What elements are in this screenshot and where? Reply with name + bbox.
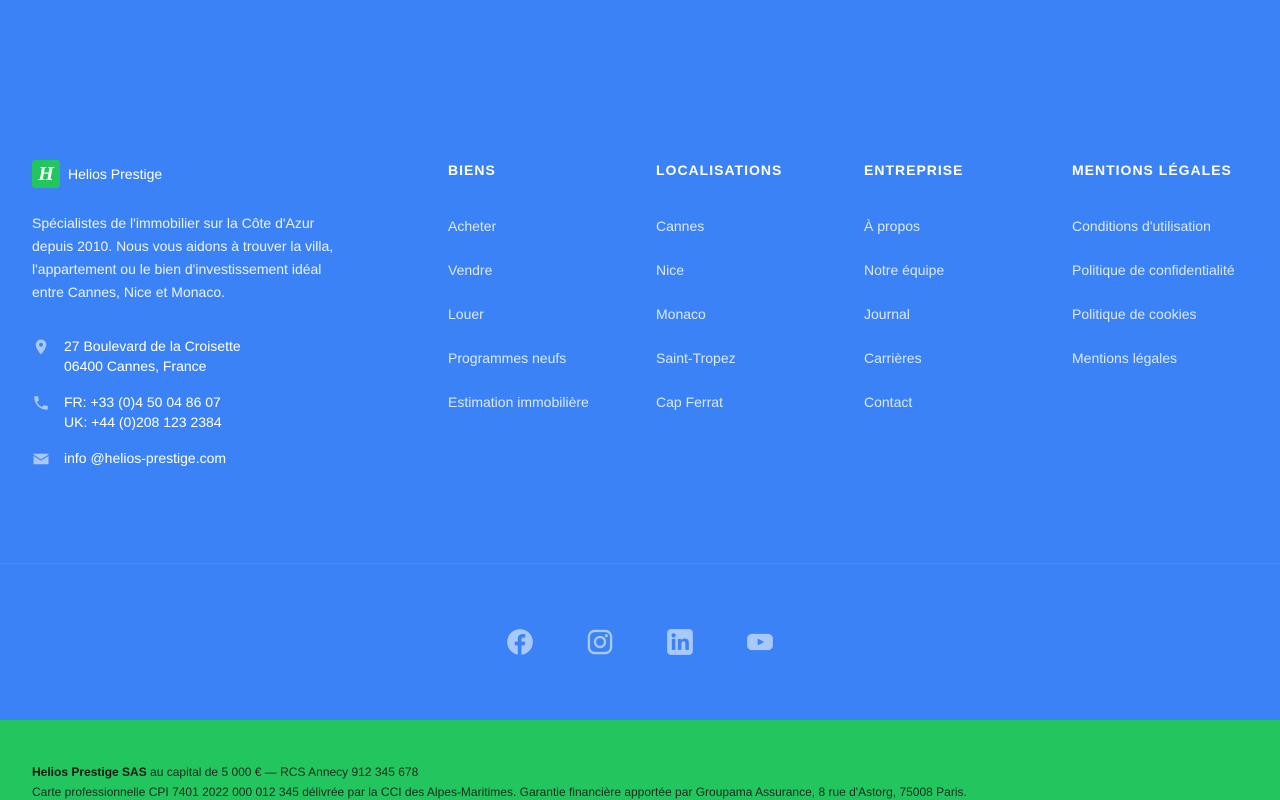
linkedin-icon[interactable] (666, 628, 694, 656)
youtube-icon[interactable] (746, 628, 774, 656)
link-a-propos[interactable]: À propos (864, 216, 963, 260)
legal-company-name: Helios Prestige SAS (32, 765, 147, 779)
location-pin-icon (32, 338, 50, 356)
contact-email: info @helios-prestige.com (32, 448, 352, 468)
link-mentions-legales[interactable]: Mentions légales (1072, 348, 1235, 392)
column-localisations: LOCALISATIONS Cannes Nice Monaco Saint-T… (656, 162, 782, 436)
link-louer[interactable]: Louer (448, 304, 589, 348)
phone-uk[interactable]: UK: +44 (0)208 123 2384 (64, 412, 222, 432)
phone-fr[interactable]: FR: +33 (0)4 50 04 86 07 (64, 392, 222, 412)
logo[interactable]: H Helios Prestige (32, 160, 352, 188)
link-carrieres[interactable]: Carrières (864, 348, 963, 392)
contact-phone: FR: +33 (0)4 50 04 86 07 UK: +44 (0)208 … (32, 392, 352, 432)
contact-address: 27 Boulevard de la Croisette 06400 Canne… (32, 336, 352, 376)
link-cannes[interactable]: Cannes (656, 216, 782, 260)
link-journal[interactable]: Journal (864, 304, 963, 348)
legal-band: Helios Prestige SAS au capital de 5 000 … (0, 720, 1280, 800)
email-link[interactable]: info @helios-prestige.com (64, 448, 226, 468)
link-conditions[interactable]: Conditions d'utilisation (1072, 216, 1235, 260)
link-monaco[interactable]: Monaco (656, 304, 782, 348)
footer-divider (0, 563, 1280, 564)
link-cookies[interactable]: Politique de cookies (1072, 304, 1235, 348)
link-nice[interactable]: Nice (656, 260, 782, 304)
social-links (0, 628, 1280, 656)
mail-icon (32, 450, 50, 468)
legal-capital: au capital de 5 000 € — RCS Annecy 912 3… (146, 765, 419, 779)
link-saint-tropez[interactable]: Saint-Tropez (656, 348, 782, 392)
instagram-icon[interactable] (586, 628, 614, 656)
link-programmes-neufs[interactable]: Programmes neufs (448, 348, 589, 392)
footer-main: H Helios Prestige Spécialistes de l'immo… (0, 0, 1280, 563)
legal-line-1: Helios Prestige SAS au capital de 5 000 … (32, 762, 1248, 782)
address-line-1: 27 Boulevard de la Croisette (64, 338, 241, 354)
legal-line-2: Carte professionnelle CPI 7401 2022 000 … (32, 785, 967, 799)
column-heading: BIENS (448, 162, 496, 178)
link-estimation[interactable]: Estimation immobilière (448, 392, 589, 436)
phone-icon (32, 394, 50, 412)
link-acheter[interactable]: Acheter (448, 216, 589, 260)
column-heading: MENTIONS LÉGALES (1072, 162, 1232, 178)
column-mentions-legales: MENTIONS LÉGALES Conditions d'utilisatio… (1072, 162, 1235, 392)
brand-description: Spécialistes de l'immobilier sur la Côte… (32, 215, 334, 300)
link-vendre[interactable]: Vendre (448, 260, 589, 304)
link-contact[interactable]: Contact (864, 392, 963, 436)
column-heading: LOCALISATIONS (656, 162, 783, 178)
contact-list: 27 Boulevard de la Croisette 06400 Canne… (32, 336, 352, 468)
link-notre-equipe[interactable]: Notre équipe (864, 260, 963, 304)
column-entreprise: ENTREPRISE À propos Notre équipe Journal… (864, 162, 963, 436)
address-line-2: 06400 Cannes, France (64, 358, 207, 374)
brand-name: Helios Prestige (68, 166, 163, 182)
column-biens: BIENS Acheter Vendre Louer Programmes ne… (448, 162, 589, 436)
brand-column: H Helios Prestige Spécialistes de l'immo… (32, 160, 352, 484)
logo-mark: H (32, 160, 60, 188)
column-heading: ENTREPRISE (864, 162, 964, 178)
link-cap-ferrat[interactable]: Cap Ferrat (656, 392, 782, 436)
link-confidentialite[interactable]: Politique de confidentialité (1072, 260, 1235, 304)
facebook-icon[interactable] (506, 628, 534, 656)
